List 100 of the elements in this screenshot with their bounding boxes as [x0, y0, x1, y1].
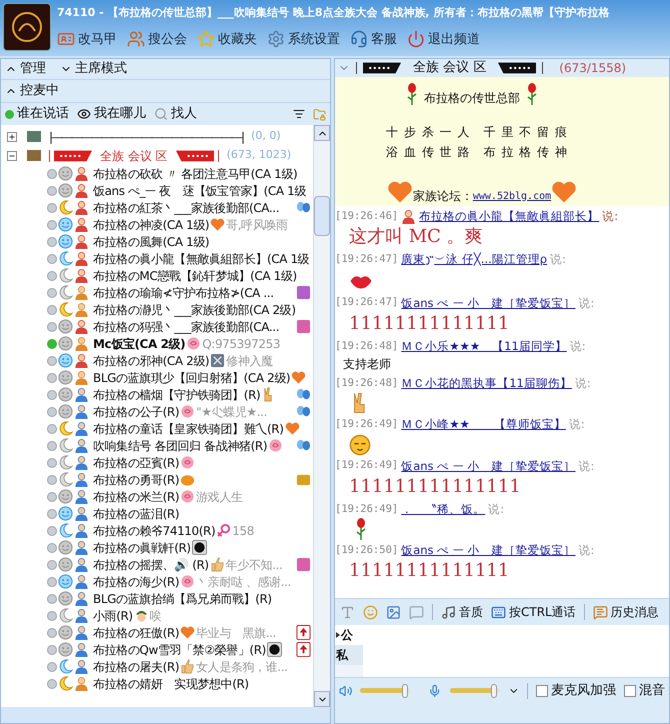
star-icon — [197, 30, 215, 48]
member-name: 布拉格の砍砍 〃 各团注意马甲(CA 1级) — [93, 166, 298, 182]
toolbar-button[interactable]: 退出频道 — [407, 30, 480, 49]
member-row[interactable]: 布拉格の瀞児丶___家族後勤部(CA 2级) — [7, 301, 313, 318]
room-name[interactable]: |———————————————————| — [49, 128, 244, 146]
member-row[interactable]: 布拉格の摇摆、🔊 (R) 年少不知... — [7, 556, 313, 573]
sender-link[interactable]: ＭＣ小峰★★ 【尊师饭宝】 — [401, 416, 566, 434]
member-signature: 年少不知... — [226, 556, 282, 573]
chat-mode-tab[interactable]: 私 — [335, 645, 363, 665]
member-row[interactable]: 布拉格の婧妍 实现梦想中(R) — [7, 675, 313, 692]
member-row[interactable]: 布拉格の狂傲(R) 毕业与 黑旗... — [7, 624, 313, 641]
list-options-icon[interactable] — [293, 108, 305, 120]
rose-icon — [406, 83, 418, 105]
member-row[interactable]: 布拉格の米兰(R) 游戏人生 — [7, 488, 313, 505]
member-row[interactable]: Mc饭宝(CA 2级) Q:975397253 — [7, 335, 313, 352]
spade-card-icon — [296, 642, 311, 657]
member-row[interactable]: 布拉格の犸强丶___家族後勤部(CA... — [7, 318, 313, 335]
chat-mode-tab[interactable]: 公 — [335, 625, 363, 645]
blushing-face-icon — [349, 434, 371, 456]
message-time: [19:26:50] — [335, 542, 398, 558]
room-name[interactable]: 全族 会议 区 — [96, 146, 172, 164]
member-row[interactable]: 饭ans ぺ_ᅳ 夜 蒁【饭宝管家】(CA 1级 — [7, 182, 313, 199]
member-row[interactable]: 布拉格の邪神(CA 2级) 修神入魔 — [7, 352, 313, 369]
message-time: [19:26:47] — [335, 295, 398, 310]
sender-link[interactable]: 饭ans ぺ ᅳ 小 建［挚爱饭宝］ — [401, 294, 576, 312]
scrollbar[interactable] — [313, 125, 330, 707]
member-row[interactable]: 布拉格のQw雪羽「禁②榮譽」(R) — [7, 641, 313, 658]
option-checkbox[interactable]: 麦克风加强 — [536, 680, 616, 700]
filter-button[interactable]: 找人 — [154, 104, 197, 124]
member-row[interactable]: BLGの蓝旗琪少【回归射猪】(CA 2级) — [7, 369, 313, 386]
member-row[interactable]: 布拉格の砍砍 〃 各团注意马甲(CA 1级) — [7, 165, 313, 182]
music-note-icon — [441, 604, 456, 620]
scroll-up-button[interactable] — [314, 125, 330, 141]
chat-tool-button[interactable] — [340, 604, 355, 620]
sender-link[interactable]: 廣東 ︶泳 仔╳...陽江管理ρ — [401, 251, 548, 268]
smiley-icon — [58, 319, 73, 334]
message-time: [19:26:46] — [335, 208, 398, 224]
member-row[interactable]: 布拉格の亞賓(R) — [7, 454, 313, 471]
chat-tool-button[interactable]: 历史消息 — [592, 603, 659, 621]
folder-lock-icon[interactable] — [313, 108, 326, 120]
member-signature: Q:975397253 — [202, 336, 280, 352]
member-signature: 158 — [232, 522, 254, 539]
chat-tool-button[interactable] — [386, 604, 401, 620]
member-signature: 游戏人生 — [196, 488, 243, 505]
rose-icon — [526, 83, 538, 105]
member-row[interactable]: 布拉格のMC戀戰【鈊轩梦城】(CA 1级) — [7, 267, 313, 284]
member-row[interactable]: 布拉格の紅茶丶___家族後勤部(CA... — [7, 199, 313, 216]
option-checkbox[interactable]: 混音 — [624, 680, 665, 700]
scroll-thumb[interactable] — [314, 196, 330, 236]
section-toggle[interactable]: 管理 — [5, 59, 46, 79]
member-row[interactable]: 小雨(R) 唉 — [7, 607, 313, 624]
member-row[interactable]: 布拉格の風舞(CA 1级) — [7, 233, 313, 250]
banner-flag-icon — [54, 150, 92, 162]
filter-button[interactable]: 谁在说话 — [5, 104, 69, 124]
forum-link[interactable]: www.52blg.com — [472, 188, 552, 204]
member-row[interactable]: BLGの蓝旗拾绱【爲兄弟而戰】(R) — [7, 590, 313, 607]
toolbar-button[interactable]: 改马甲 — [57, 30, 117, 49]
chat-tool-button[interactable]: 按CTRL通话 — [491, 603, 576, 621]
sender-link[interactable]: ＭＣ小乐★★★ 【11届同学】 — [401, 338, 567, 355]
member-row[interactable]: 布拉格の屠夫(R) 女人是条狗，谁... — [7, 658, 313, 675]
heart-icon — [291, 370, 306, 385]
member-row[interactable]: 布拉格の赖爷74110(R) 158 — [7, 522, 313, 539]
member-row[interactable]: 布拉格の眞小龍【無敵眞組部长】(CA 1级 — [7, 250, 313, 267]
member-name: 布拉格の屠夫(R) — [93, 658, 180, 675]
member-row[interactable]: 布拉格の瑜瑜≮守护布拉格≯(CA ... — [7, 284, 313, 301]
member-name: 布拉格の蓝泪(R) — [93, 506, 180, 522]
member-row[interactable]: 布拉格の蓝泪(R) — [7, 505, 313, 522]
chat-tool-button[interactable] — [363, 604, 378, 620]
chat-tool-button[interactable]: 音质 — [441, 603, 483, 621]
member-row[interactable]: 布拉格の勇哥(R) — [7, 471, 313, 488]
sender-link[interactable]: 饭ans ぺ ᅳ 小 建［挚爱饭宝］ — [401, 542, 576, 560]
member-name: 布拉格の風舞(CA 1级) — [93, 234, 210, 250]
smiley-icon — [58, 217, 73, 232]
sender-link[interactable]: 布拉格の眞小龍【無敵眞組部长】 — [419, 208, 600, 226]
toolbar-button[interactable]: 客服 — [350, 30, 397, 49]
chat-tool-button[interactable] — [409, 604, 424, 620]
section-toggle[interactable]: 控麦中 — [5, 81, 59, 101]
soldier-icon — [134, 608, 149, 623]
toolbar-button[interactable]: 收藏夹 — [197, 30, 257, 49]
section-toggle[interactable]: 主席模式 — [60, 59, 127, 79]
member-row[interactable]: 布拉格の眞戦軒(R) — [7, 539, 313, 556]
sender-link[interactable]: ＭＣ小花的黑执事【11届聊伤】 — [401, 375, 572, 392]
moon-icon — [58, 268, 73, 283]
spade-card-icon — [296, 625, 311, 640]
volume-slider[interactable] — [360, 684, 410, 698]
member-row[interactable]: 布拉格の公子(R) "★尐蝶児★... — [7, 403, 313, 420]
sender-link[interactable]: ． 〝稀、饭。 — [401, 500, 486, 518]
expand-toggle[interactable] — [7, 150, 17, 160]
member-row[interactable]: 布拉格の樯烟【守护铁骑团】(R) — [7, 386, 313, 403]
member-row[interactable]: 布拉格の神凌(CA 1级) 哥,呼风唤雨 — [7, 216, 313, 233]
toolbar-button[interactable]: 搜公会 — [127, 30, 187, 49]
volume-slider[interactable] — [450, 684, 500, 698]
member-row[interactable]: 布拉格の童话【皇家铁骑团】難乀(R) — [7, 420, 313, 437]
filter-button[interactable]: 我在哪儿 — [77, 104, 146, 124]
sender-link[interactable]: 饭ans ぺ ᅳ 小 建［挚爱饭宝］ — [401, 458, 576, 475]
expand-toggle[interactable] — [7, 132, 17, 142]
scroll-down-button[interactable] — [314, 691, 330, 707]
member-row[interactable]: 吹响集结号 各团回归 备战神猪(R) — [7, 437, 313, 454]
member-row[interactable]: 布拉格の海少(R) 丶亲耐哒 、感谢... — [7, 573, 313, 590]
toolbar-button[interactable]: 系统设置 — [267, 30, 340, 49]
